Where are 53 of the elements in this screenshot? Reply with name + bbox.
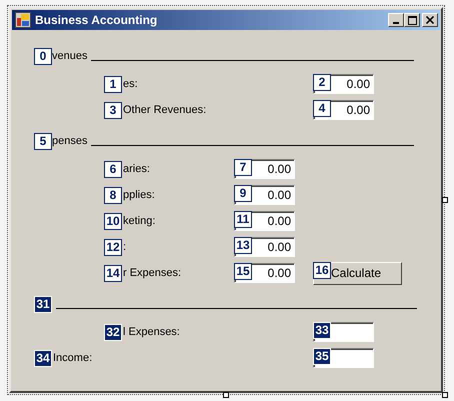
maximize-button[interactable] [404,13,420,27]
tab-order-badge: 15 [234,263,252,280]
input-field[interactable]: 9 0.00 [234,185,295,205]
tab-order-badge: 11 [234,211,252,228]
tab-order-badge: 7 [234,159,252,176]
resize-handle[interactable] [442,392,448,398]
tab-order-badge: 2 [313,74,331,91]
field-label: es: [123,78,138,90]
tab-order-badge: 10 [104,212,122,230]
input-field[interactable]: 2 0.00 [313,74,374,94]
calculate-button[interactable]: 16 Calculate [313,262,402,284]
tab-order-badge: 3 [104,102,122,118]
tab-order-badge: 6 [104,160,122,178]
field-label: keting: [123,215,156,227]
field-label: pplies: [123,189,155,201]
close-button[interactable] [422,13,438,27]
tab-order-badge: 16 [313,262,331,278]
input-field[interactable]: 33 [313,322,374,342]
app-icon [15,12,31,28]
tab-order-badge: 9 [234,185,252,202]
close-icon [426,16,434,24]
input-field[interactable]: 35 [313,348,374,368]
tab-order-badge: 4 [313,100,331,117]
resize-handle[interactable] [442,197,448,203]
section-label: venues [52,50,88,62]
tab-order-badge: 32 [104,324,122,340]
minimize-button[interactable] [388,13,404,27]
tab-order-badge: 5 [34,132,52,150]
tab-order-badge: 31 [34,296,52,312]
tab-order-badge: 0 [34,48,52,64]
field-label: r Expenses: [123,267,182,279]
window-title: Business Accounting [35,13,158,27]
tab-order-badge: 33 [313,322,331,339]
tab-order-badge: 14 [104,264,122,282]
tab-order-badge: 35 [313,348,331,365]
field-label: aries: [123,163,150,175]
input-field[interactable]: 13 0.00 [234,237,295,257]
resize-handle[interactable] [223,392,229,398]
field-label: : [123,241,126,253]
input-field[interactable]: 7 0.00 [234,159,295,179]
field-label: Other Revenues: [123,104,206,116]
field-label: Income: [53,352,92,364]
tab-order-badge: 13 [234,237,252,254]
tab-order-badge: 12 [104,238,122,256]
tab-order-badge: 8 [104,186,122,204]
input-field[interactable]: 11 0.00 [234,211,295,231]
section-label: penses [52,135,88,147]
tab-order-badge: 34 [34,350,52,366]
maximize-icon [408,16,416,24]
tab-order-badge: 1 [104,76,122,92]
field-label: l Expenses: [123,326,180,338]
input-field[interactable]: 4 0.00 [313,100,374,120]
input-field[interactable]: 15 0.00 [234,263,295,283]
